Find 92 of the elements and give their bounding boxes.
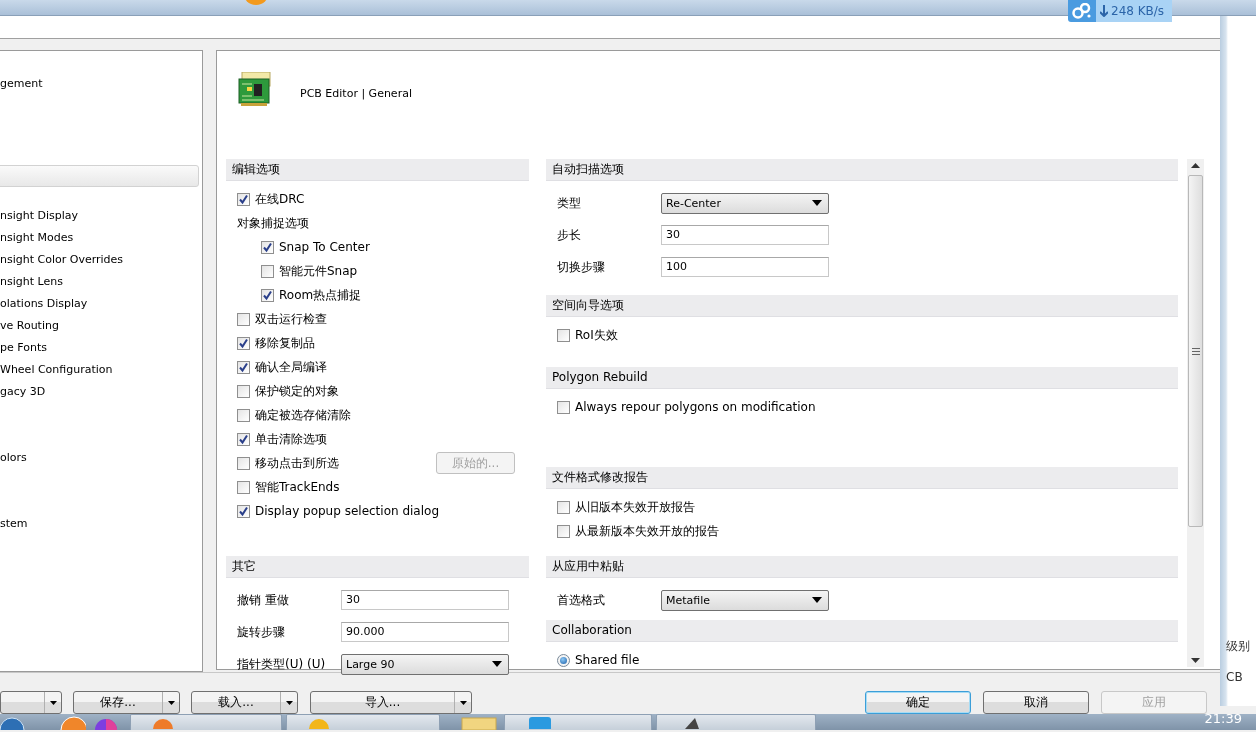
input-field[interactable]: 90.000 — [341, 622, 509, 642]
checkbox[interactable] — [237, 312, 250, 326]
checkbox-label: RoI失效 — [575, 326, 618, 344]
download-speed: 248 KB/s — [1096, 0, 1173, 22]
dropdown[interactable]: Large 90 — [341, 653, 509, 675]
tree-item[interactable]: nsight Color Overrides — [0, 249, 128, 271]
checkbox-label: 智能TrackEnds — [255, 478, 340, 496]
checkbox-label: Always repour polygons on modification — [575, 400, 816, 414]
tree-item[interactable]: nsight Modes — [0, 227, 78, 249]
circuit-board-icon — [238, 72, 272, 106]
checkbox[interactable] — [237, 480, 250, 494]
cloud-link-icon — [1072, 3, 1092, 19]
checkbox-label: 移除复制品 — [255, 334, 315, 352]
clock: 21:39 — [1204, 714, 1242, 726]
section-header: Polygon Rebuild — [546, 367, 1178, 389]
checkbox[interactable] — [237, 504, 250, 518]
grip-icon — [1191, 347, 1200, 355]
checkbox[interactable] — [237, 408, 250, 422]
checkbox[interactable] — [237, 192, 250, 206]
checkbox[interactable] — [237, 336, 250, 350]
checkbox[interactable] — [261, 240, 274, 254]
input-field[interactable]: 30 — [661, 225, 829, 245]
dialog-button[interactable]: 载入... — [191, 691, 298, 714]
window-text: CB — [1226, 670, 1243, 684]
input-field[interactable]: 100 — [661, 257, 829, 277]
checkbox[interactable] — [237, 456, 250, 470]
tree-item[interactable]: olors — [0, 447, 31, 469]
tree-item[interactable]: Wheel Configuration — [0, 359, 117, 381]
checkbox-label: 从旧版本失效开放报告 — [575, 498, 695, 516]
dialog-button[interactable]: 取消 — [983, 691, 1089, 714]
dialog-button[interactable]: 保存... — [73, 691, 180, 714]
checkbox[interactable] — [237, 432, 250, 446]
checkbox-label: 确定被选存储清除 — [255, 406, 351, 424]
tree-item[interactable]: nsight Lens — [0, 271, 67, 293]
section-header: 空间向导选项 — [546, 295, 1178, 317]
dropdown[interactable]: Re-Center — [661, 192, 829, 214]
tree-item[interactable]: pe Fonts — [0, 337, 51, 359]
tree-item[interactable]: stem — [0, 513, 32, 535]
field-label: 指针类型(U) (U) — [237, 655, 327, 673]
dialog-button[interactable] — [0, 691, 62, 714]
section-header: 自动扫描选项 — [546, 159, 1178, 181]
checkbox[interactable] — [237, 384, 250, 398]
checkbox-label: 单击清除选项 — [255, 430, 327, 448]
caret-icon — [492, 661, 502, 667]
section-header: 文件格式修改报告 — [546, 467, 1178, 489]
checkbox-label: 双击运行检查 — [255, 310, 327, 328]
tree-item[interactable]: gacy 3D — [0, 381, 50, 403]
checkbox[interactable] — [557, 524, 570, 538]
field-label: 撤销 重做 — [237, 591, 290, 609]
checkbox-label: Snap To Center — [279, 240, 370, 254]
section-header: Collaboration — [546, 620, 1178, 642]
section-header: 从应用中粘贴 — [546, 556, 1178, 578]
checkbox-label: Display popup selection dialog — [255, 504, 439, 518]
dialog-button[interactable]: 确定 — [865, 691, 971, 714]
checkbox-label: 在线DRC — [255, 190, 305, 208]
input-field[interactable]: 30 — [341, 590, 509, 610]
group-label: 对象捕捉选项 — [237, 214, 309, 232]
checkbox-label: 保护锁定的对象 — [255, 382, 339, 400]
field-label: 类型 — [557, 194, 582, 212]
checkbox[interactable] — [261, 288, 274, 302]
section-header: 编辑选项 — [226, 159, 529, 181]
section-header: 其它 — [226, 556, 529, 578]
page-title: PCB Editor | General — [300, 87, 412, 100]
checkbox[interactable] — [557, 500, 570, 514]
caret-icon — [812, 597, 822, 603]
field-label: 切换步骤 — [557, 258, 606, 276]
checkbox-label: 从最新版本失效开放的报告 — [575, 522, 719, 540]
checkbox[interactable] — [557, 328, 570, 342]
tree-item[interactable]: olations Display — [0, 293, 92, 315]
dropdown[interactable]: Metafile — [661, 589, 829, 611]
download-arrow-icon — [1100, 5, 1108, 17]
tree-item[interactable]: ve Routing — [0, 315, 63, 337]
checkbox-label: 智能元件Snap — [279, 262, 358, 280]
checkbox-label: Room热点捕捉 — [279, 286, 362, 304]
checkbox[interactable] — [261, 264, 274, 278]
checkbox-label: 移动点击到所选 — [255, 454, 339, 472]
dialog-button[interactable]: 导入... — [310, 691, 472, 714]
caret-icon — [812, 200, 822, 206]
app-icon — [685, 718, 699, 729]
tree-item[interactable]: gement — [0, 73, 47, 95]
field-label: 步长 — [557, 226, 582, 244]
checkbox[interactable] — [557, 400, 570, 414]
taskbar-button[interactable] — [656, 714, 816, 730]
radio-label: Shared file — [575, 653, 640, 667]
window-text: 级别 — [1226, 638, 1250, 655]
tree-item[interactable]: nsight Display — [0, 205, 83, 227]
radio-button[interactable] — [557, 653, 570, 667]
field-label: 首选格式 — [557, 591, 606, 609]
scrollbar[interactable] — [1187, 159, 1204, 667]
checkbox-label: 确认全局编译 — [255, 358, 327, 376]
checkbox[interactable] — [237, 360, 250, 374]
field-label: 旋转步骤 — [237, 623, 286, 641]
